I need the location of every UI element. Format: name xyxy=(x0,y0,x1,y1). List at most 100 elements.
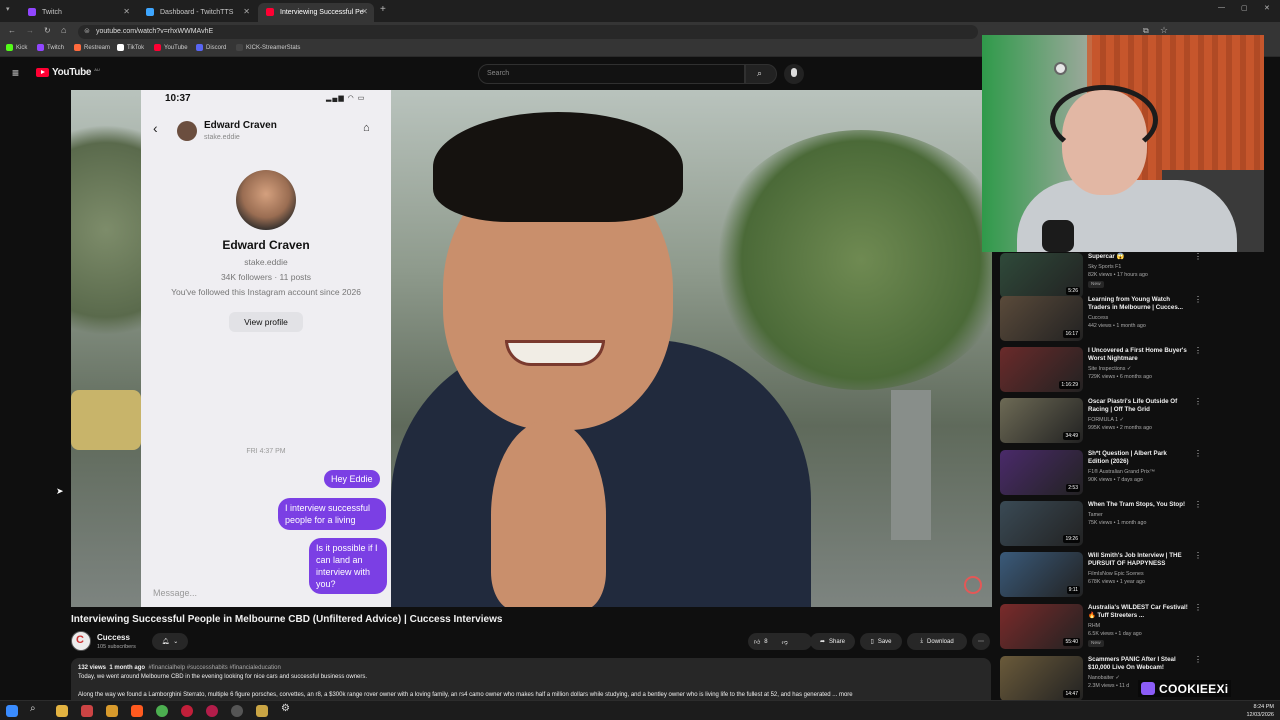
video-thumbnail[interactable]: 2:53 xyxy=(1000,450,1083,495)
recommended-video[interactable]: 19:26 When The Tram Stops, You Stop! Tamer… xyxy=(1000,501,1270,553)
maximize-icon[interactable]: ▢ xyxy=(1241,4,1248,12)
recommended-video-title[interactable]: Sh*t Question | Albert Park Edition (202… xyxy=(1088,450,1188,466)
more-vert-icon[interactable]: ⋮ xyxy=(1194,296,1202,304)
more-vert-icon[interactable]: ⋮ xyxy=(1194,552,1202,560)
back-icon[interactable]: ← xyxy=(8,26,16,35)
channel-avatar[interactable]: C xyxy=(71,631,91,651)
search-input[interactable]: Search xyxy=(478,64,745,84)
recommended-channel[interactable]: Tamer xyxy=(1088,512,1103,518)
notification-bell-button[interactable]: 🔔︎ ⌄ xyxy=(152,633,188,650)
bookmark-kick[interactable]: Kick xyxy=(6,44,27,51)
recommended-video-title[interactable]: Learning from Young Watch Traders in Mel… xyxy=(1088,296,1188,312)
video-thumbnail[interactable]: 9:11 xyxy=(1000,552,1083,597)
more-vert-icon[interactable]: ⋮ xyxy=(1194,398,1202,406)
more-actions-button[interactable]: ⋯ xyxy=(972,633,990,650)
bookmark-discord[interactable]: Discord xyxy=(196,44,226,51)
site-info-icon[interactable]: ⊜ xyxy=(84,25,90,39)
more-vert-icon[interactable]: ⋮ xyxy=(1194,604,1202,612)
recommended-video[interactable]: 16:17 Learning from Young Watch Traders i… xyxy=(1000,296,1270,348)
recommended-channel[interactable]: Cuccess xyxy=(1088,315,1108,321)
video-thumbnail[interactable]: 19:26 xyxy=(1000,501,1083,546)
recommended-channel[interactable]: Site Inspections ✓ xyxy=(1088,366,1131,372)
tab-youtube-video[interactable]: Interviewing Successful Pe ✕ xyxy=(258,3,374,22)
home-icon[interactable]: ⌂ xyxy=(61,25,66,35)
video-thumbnail[interactable]: 14:47 xyxy=(1000,656,1083,701)
video-duration: 1:16:29 xyxy=(1059,381,1080,389)
recommended-channel[interactable]: FilmIsNow Epic Scenes xyxy=(1088,571,1144,577)
new-tab-icon[interactable]: + xyxy=(380,4,386,15)
bookmark-restream[interactable]: Restream xyxy=(74,44,110,51)
active-app-icon[interactable] xyxy=(231,705,243,717)
more-vert-icon[interactable]: ⋮ xyxy=(1194,501,1202,509)
menu-icon[interactable]: ≡ xyxy=(12,66,19,80)
start-windows-icon[interactable] xyxy=(6,705,18,717)
recommended-video[interactable]: 1:16:29 I Uncovered a First Home Buyer's … xyxy=(1000,347,1270,399)
tab-dashboard[interactable]: Dashboard - TwitchTTS ✕ xyxy=(138,3,256,22)
folder-icon[interactable] xyxy=(106,705,118,717)
voice-search-button[interactable] xyxy=(784,64,804,84)
search-icon[interactable]: ⌕ xyxy=(30,703,42,715)
close-icon[interactable]: ✕ xyxy=(123,7,130,16)
recommended-channel[interactable]: F1® Australian Grand Prix™ xyxy=(1088,469,1155,475)
video-thumbnail[interactable]: 16:17 xyxy=(1000,296,1083,341)
more-vert-icon[interactable]: ⋮ xyxy=(1194,253,1202,261)
video-thumbnail[interactable]: 55:40 xyxy=(1000,604,1083,649)
recommended-video-title[interactable]: Oscar Piastri's Life Outside Of Racing |… xyxy=(1088,398,1188,414)
brave-browser-icon[interactable] xyxy=(131,705,143,717)
close-icon[interactable]: ✕ xyxy=(361,7,368,16)
file-explorer-icon[interactable] xyxy=(56,705,68,717)
settings-gear-icon[interactable]: ⚙ xyxy=(281,703,293,715)
window-close-icon[interactable]: ✕ xyxy=(1264,4,1270,12)
download-button[interactable]: ⤓ Download xyxy=(907,633,967,650)
tab-list-icon[interactable]: ▾ xyxy=(6,5,10,13)
video-thumbnail[interactable]: 5:26 xyxy=(1000,253,1083,298)
recommended-video-title[interactable]: When The Tram Stops, You Stop! xyxy=(1088,501,1188,509)
recommended-channel[interactable]: Sky Sports F1 xyxy=(1088,264,1121,270)
recommended-channel[interactable]: RHM xyxy=(1088,623,1100,629)
recommended-video[interactable]: 55:40 Australia's WILDEST Car Festival! 🔥… xyxy=(1000,604,1270,656)
bookmark-kick-streamerstats[interactable]: KICK-StreamerStats xyxy=(236,44,300,51)
recommended-video-title[interactable]: Supercar 😱 xyxy=(1088,253,1188,261)
bookmark-twitch[interactable]: Twitch xyxy=(37,44,64,51)
dislike-icon[interactable]: 👎︎ xyxy=(782,638,788,646)
recommended-video-title[interactable]: Scammers PANIC After I Steal $10,000 Liv… xyxy=(1088,656,1188,672)
recommended-video-title[interactable]: I Uncovered a First Home Buyer's Worst N… xyxy=(1088,347,1188,363)
recommended-video-title[interactable]: Will Smith's Job Interview | THE PURSUIT… xyxy=(1088,552,1188,568)
recommended-video-title[interactable]: Australia's WILDEST Car Festival! 🔥 Tuff… xyxy=(1088,604,1188,620)
tab-twitch[interactable]: Twitch ✕ xyxy=(20,3,136,22)
video-player[interactable]: 10:37 ▂▄▆ ◠ ▭ ‹ Edward Craven stake.eddi… xyxy=(71,90,992,607)
bookmark-youtube[interactable]: YouTube xyxy=(154,44,188,51)
recommended-video[interactable]: 9:11 Will Smith's Job Interview | THE PUR… xyxy=(1000,552,1270,604)
obs-icon[interactable] xyxy=(181,705,193,717)
channel-name[interactable]: Cuccess xyxy=(97,633,130,642)
save-button[interactable]: ▯ Save xyxy=(860,633,902,650)
chrome-icon[interactable] xyxy=(156,705,168,717)
recommended-meta: 2.3M views • 11 d xyxy=(1088,683,1130,689)
like-count[interactable]: 8 xyxy=(764,639,767,645)
app-icon[interactable] xyxy=(81,705,93,717)
channel-watermark-icon[interactable] xyxy=(964,576,982,594)
streaming-tool-icon[interactable] xyxy=(256,705,268,717)
media-app-icon[interactable] xyxy=(206,705,218,717)
more-vert-icon[interactable]: ⋮ xyxy=(1194,347,1202,355)
forward-icon[interactable]: → xyxy=(26,26,34,35)
close-icon[interactable]: ✕ xyxy=(243,7,250,16)
more-vert-icon[interactable]: ⋮ xyxy=(1194,656,1202,664)
url-field[interactable]: ⊜ youtube.com/watch?v=rhxWWMAvhE xyxy=(78,25,978,39)
system-clock[interactable]: 8:24 PM 12/03/2026 xyxy=(1246,703,1274,719)
youtube-logo[interactable]: YouTube AU xyxy=(36,67,100,78)
hashtags[interactable]: #financialhelp #successhabits #financial… xyxy=(148,665,280,671)
more-vert-icon[interactable]: ⋮ xyxy=(1194,450,1202,458)
search-button[interactable]: ⌕ xyxy=(745,64,777,84)
share-button[interactable]: ➦ Share xyxy=(810,633,855,650)
recommended-video[interactable]: 34:49 Oscar Piastri's Life Outside Of Rac… xyxy=(1000,398,1270,450)
like-icon[interactable]: 👍︎ xyxy=(754,638,760,646)
recommended-video[interactable]: 2:53 Sh*t Question | Albert Park Edition … xyxy=(1000,450,1270,502)
recommended-channel[interactable]: Nanobaiter ✓ xyxy=(1088,675,1120,681)
minimize-icon[interactable]: — xyxy=(1218,4,1225,11)
reload-icon[interactable]: ↻ xyxy=(44,26,51,35)
recommended-channel[interactable]: FORMULA 1 ✓ xyxy=(1088,417,1124,423)
video-thumbnail[interactable]: 1:16:29 xyxy=(1000,347,1083,392)
video-thumbnail[interactable]: 34:49 xyxy=(1000,398,1083,443)
bookmark-tiktok[interactable]: TikTok xyxy=(117,44,144,51)
